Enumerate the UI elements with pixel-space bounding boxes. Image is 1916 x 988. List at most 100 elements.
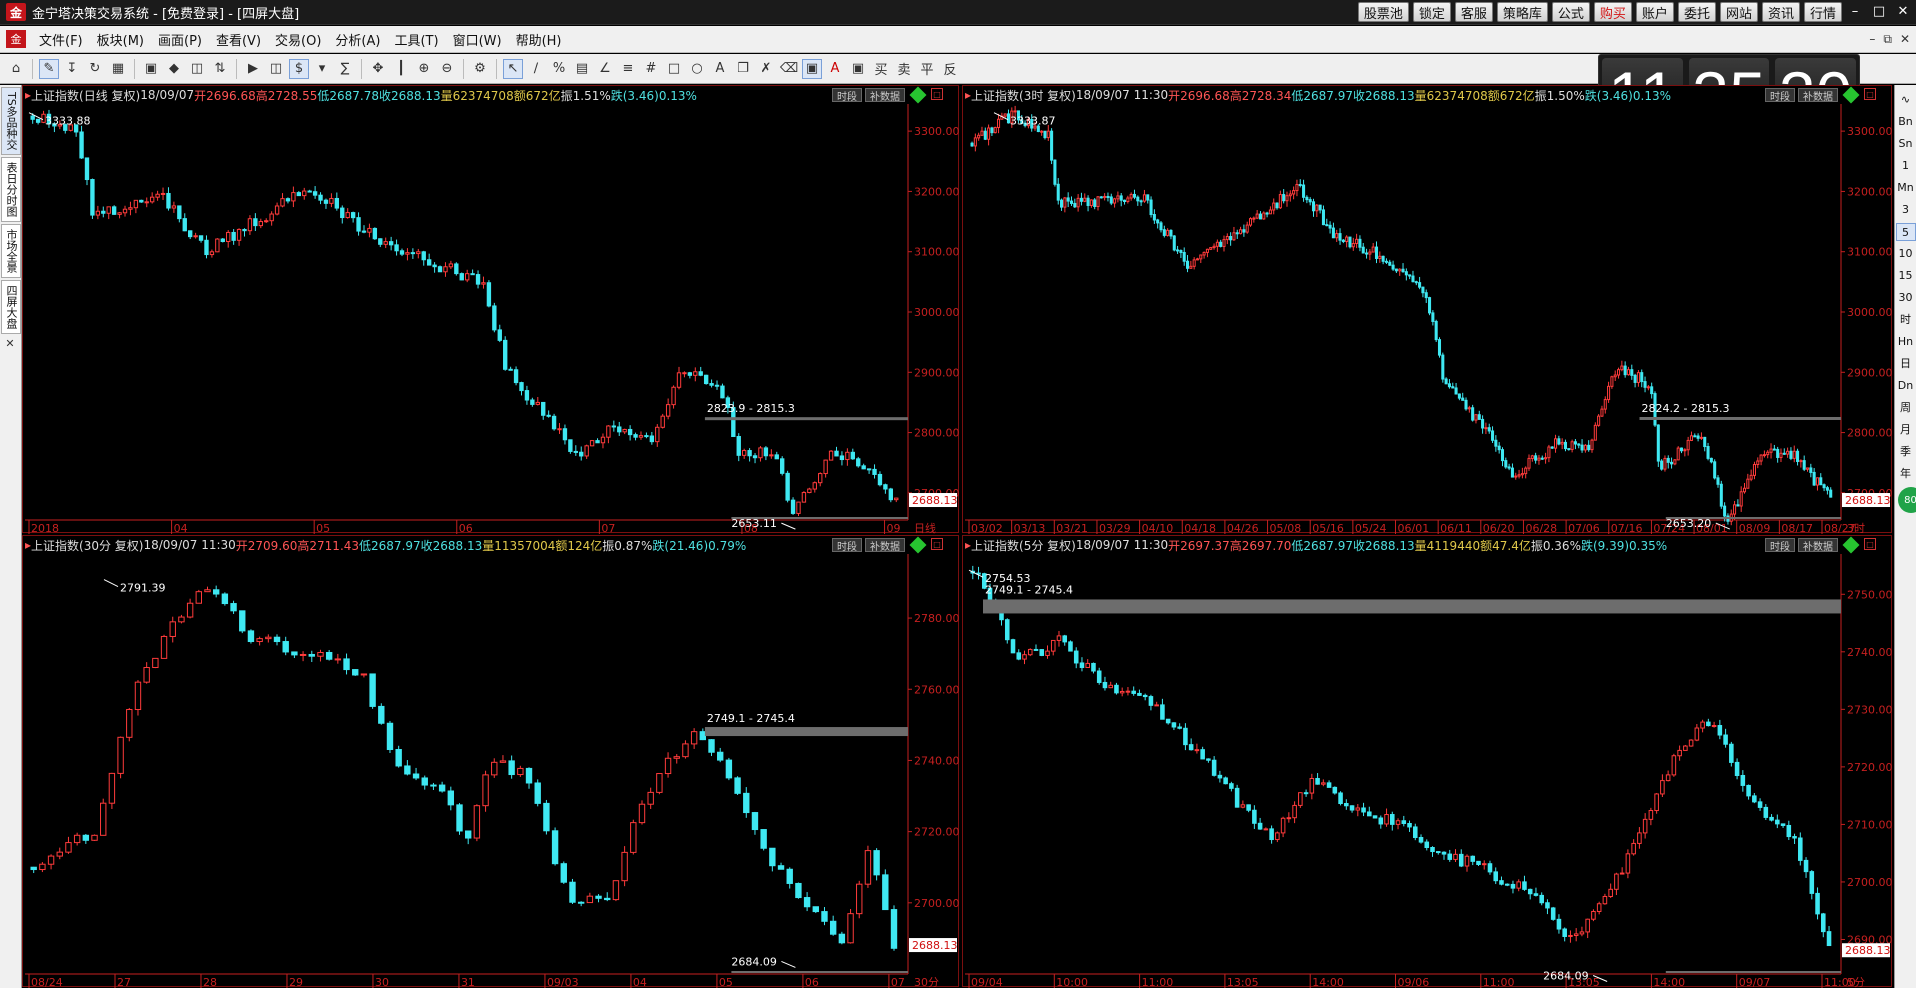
panel-restore-icon[interactable]: □ — [1864, 538, 1876, 550]
lock-icon[interactable]: ▣ — [802, 58, 822, 79]
chart-panel-2[interactable]: ▸ 上证指数(30分 复权) 18/09/07 11:30 开2709.60 高2… — [22, 535, 960, 988]
period-item-3[interactable]: Mn — [1896, 179, 1916, 197]
sort-icon[interactable]: ⇅ — [210, 59, 230, 79]
shiduan-button[interactable]: 时段 — [1765, 88, 1795, 103]
mdi-restore-icon[interactable]: ⧉ — [1883, 32, 1892, 47]
bushuju-button[interactable]: 补数据 — [1798, 88, 1838, 103]
zoom-in-icon[interactable]: ⊕ — [414, 59, 434, 79]
pencil-icon[interactable]: ✎ — [39, 58, 59, 79]
period-item-13[interactable]: 周 — [1896, 399, 1916, 417]
move-icon[interactable]: ✥ — [368, 59, 388, 79]
mdi-close-icon[interactable]: ✕ — [1900, 32, 1910, 47]
delete-icon[interactable]: ✗ — [756, 59, 776, 79]
period-item-14[interactable]: 月 — [1896, 421, 1916, 439]
period-item-7[interactable]: 15 — [1896, 267, 1916, 285]
trash-icon[interactable]: ⌫ — [779, 59, 799, 79]
bushuju-button[interactable]: 补数据 — [865, 538, 905, 553]
period-item-11[interactable]: 日 — [1896, 355, 1916, 373]
period-item-1[interactable]: Sn — [1896, 135, 1916, 153]
gear-icon[interactable]: ⚙ — [470, 59, 490, 79]
chart-panel-0[interactable]: ▸ 上证指数(日线 复权) 18/09/07 开2696.68 高2728.55 低… — [22, 85, 960, 534]
panel-restore-icon[interactable]: □ — [931, 88, 943, 100]
download-icon[interactable]: ↧ — [62, 59, 82, 79]
play-icon[interactable]: ▶ — [243, 59, 263, 79]
quick-button-10[interactable]: 行情 — [1803, 2, 1842, 22]
quick-button-6[interactable]: 账户 — [1635, 2, 1674, 22]
period-item-5[interactable]: 5 — [1895, 223, 1916, 241]
line-tool-icon[interactable]: ∕ — [526, 59, 546, 79]
minimize-icon[interactable]: – — [1846, 2, 1864, 20]
quick-button-4[interactable]: 公式 — [1551, 2, 1590, 22]
channel-icon[interactable]: ≡ — [618, 59, 638, 79]
period-item-0[interactable]: Bn — [1896, 113, 1916, 131]
flat-mark-icon[interactable]: 平 — [917, 59, 937, 79]
buy-mark-icon[interactable]: 买 — [871, 59, 891, 79]
shiduan-button[interactable]: 时段 — [1765, 538, 1795, 553]
period-item-10[interactable]: Hn — [1896, 333, 1916, 351]
menu-item-8[interactable]: 帮助(H) — [509, 30, 569, 49]
quick-button-5[interactable]: 购买 — [1593, 2, 1632, 22]
vertical-bar-icon[interactable]: ┃ — [391, 59, 411, 79]
rect-tool-icon[interactable]: □ — [664, 59, 684, 79]
refresh-icon[interactable]: ↻ — [85, 59, 105, 79]
bushuju-button[interactable]: 补数据 — [1798, 538, 1838, 553]
chart-panel-3[interactable]: ▸ 上证指数(5分 复权) 18/09/07 11:30 开2697.37 高26… — [962, 535, 1893, 988]
home-icon[interactable]: ⌂ — [6, 59, 26, 79]
layers-icon[interactable]: ◫ — [187, 59, 207, 79]
close-icon[interactable]: ✕ — [1894, 2, 1912, 20]
quick-button-2[interactable]: 客服 — [1454, 2, 1493, 22]
menu-logo-icon[interactable]: 金 — [6, 30, 26, 48]
sell-mark-icon[interactable]: 卖 — [894, 59, 914, 79]
cursor-icon[interactable]: ↖ — [503, 58, 523, 79]
menu-item-6[interactable]: 工具(T) — [387, 30, 445, 49]
dollar-icon[interactable]: $ — [289, 58, 309, 79]
diamond-icon[interactable]: ◆ — [164, 59, 184, 79]
menu-item-1[interactable]: 板块(M) — [90, 30, 151, 49]
left-tabs-close-icon[interactable]: ✕ — [0, 337, 20, 350]
period-item-8[interactable]: 30 — [1896, 289, 1916, 307]
left-tab-0[interactable]: TS多品种交 — [1, 87, 21, 155]
box-icon[interactable]: ▣ — [848, 59, 868, 79]
zoom-out-icon[interactable]: ⊖ — [437, 59, 457, 79]
period-item-4[interactable]: 3 — [1896, 201, 1916, 219]
quick-button-9[interactable]: 资讯 — [1761, 2, 1800, 22]
hash-icon[interactable]: # — [641, 59, 661, 79]
reverse-mark-icon[interactable]: 反 — [940, 59, 960, 79]
menu-item-7[interactable]: 窗口(W) — [446, 30, 509, 49]
menu-item-2[interactable]: 画面(P) — [151, 30, 209, 49]
angle-icon[interactable]: ∠ — [595, 59, 615, 79]
copy-icon[interactable]: ❐ — [733, 59, 753, 79]
shiduan-button[interactable]: 时段 — [832, 538, 862, 553]
quick-button-3[interactable]: 策略库 — [1496, 2, 1548, 22]
left-tab-3[interactable]: 四屏大盘 — [1, 279, 21, 334]
circle-tool-icon[interactable]: ○ — [687, 59, 707, 79]
grid-view-icon[interactable]: ▦ — [108, 59, 128, 79]
quick-button-0[interactable]: 股票池 — [1357, 2, 1409, 22]
save-icon[interactable]: ◫ — [266, 59, 286, 79]
period-item-16[interactable]: 年 — [1896, 465, 1916, 483]
formula-icon[interactable]: ∑ — [335, 59, 355, 79]
quick-button-7[interactable]: 委托 — [1677, 2, 1716, 22]
mdi-minimize-icon[interactable]: – — [1869, 32, 1875, 47]
period-item-2[interactable]: 1 — [1896, 157, 1916, 175]
menu-item-3[interactable]: 查看(V) — [209, 30, 268, 49]
panel-restore-icon[interactable]: □ — [931, 538, 943, 550]
period-item-9[interactable]: 时 — [1896, 311, 1916, 329]
period-item-15[interactable]: 季 — [1896, 443, 1916, 461]
filter-icon[interactable]: ▾ — [312, 59, 332, 79]
period-item-12[interactable]: Dn — [1896, 377, 1916, 395]
quick-button-1[interactable]: 锁定 — [1412, 2, 1451, 22]
line-chart-icon[interactable]: ∿ — [1896, 91, 1916, 109]
ruler-icon[interactable]: ▤ — [572, 59, 592, 79]
menu-item-5[interactable]: 分析(A) — [328, 30, 387, 49]
menu-item-0[interactable]: 文件(F) — [32, 30, 90, 49]
font-color-icon[interactable]: A — [825, 59, 845, 79]
bushuju-button[interactable]: 补数据 — [865, 88, 905, 103]
shiduan-button[interactable]: 时段 — [832, 88, 862, 103]
panel-restore-icon[interactable]: □ — [1864, 88, 1876, 100]
period-item-6[interactable]: 10 — [1896, 245, 1916, 263]
menu-item-4[interactable]: 交易(O) — [268, 30, 328, 49]
percent-icon[interactable]: % — [549, 59, 569, 79]
left-tab-1[interactable]: 表日分时图 — [1, 156, 21, 222]
quick-button-8[interactable]: 网站 — [1719, 2, 1758, 22]
